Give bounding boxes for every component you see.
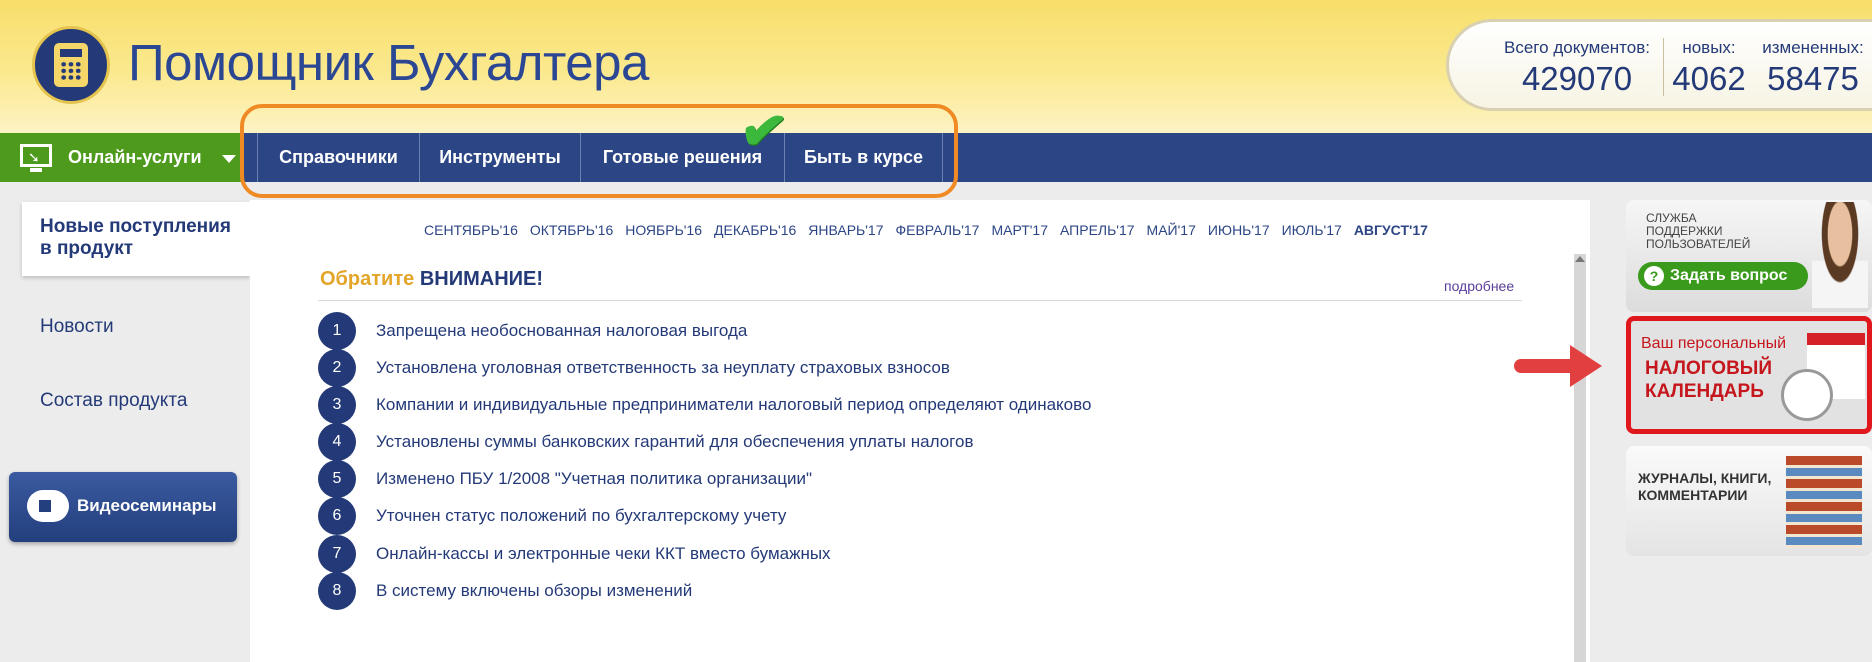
chevron-down-icon [222,155,236,163]
red-arrow-icon [1514,345,1602,387]
scroll-up-icon[interactable] [1575,256,1585,262]
month-link[interactable]: ЯНВАРЬ'17 [808,222,883,238]
month-link[interactable]: ФЕВРАЛЬ'17 [895,222,979,238]
video-seminars-button[interactable]: Видеосеминары [9,472,237,542]
item-link[interactable]: Изменено ПБУ 1/2008 "Учетная политика ор… [376,469,812,489]
stat-total-value: 429070 [1521,60,1633,97]
support-banner[interactable]: СЛУЖБА ПОДДЕРЖКИ ПОЛЬЗОВАТЕЛЕЙ ? Задать … [1626,200,1872,312]
list-item[interactable]: 8 В систему включены обзоры изменений [318,572,692,610]
item-number-badge: 5 [318,460,356,498]
list-item[interactable]: 4 Установлены суммы банковских гарантий … [318,423,973,461]
video-seminars-label: Видеосеминары [77,496,217,515]
main-content: СЕНТЯБРЬ'16 ОКТЯБРЬ'16 НОЯБРЬ'16 ДЕКАБРЬ… [250,200,1590,662]
item-link[interactable]: Компании и индивидуальные предпринимател… [376,395,1091,415]
online-services-menu[interactable]: ➘ Онлайн-услуги [0,133,244,182]
list-item[interactable]: 5 Изменено ПБУ 1/2008 "Учетная политика … [318,460,812,498]
list-item[interactable]: 2 Установлена уголовная ответственность … [318,349,950,387]
calculator-logo-icon[interactable] [32,26,110,104]
calendar-line1: Ваш персональный [1641,335,1787,352]
clock-icon [1781,369,1833,421]
attention-word: ВНИМАНИЕ! [419,268,544,290]
item-link[interactable]: Онлайн-кассы и электронные чеки ККТ вмес… [376,544,831,564]
month-link[interactable]: МАЙ'17 [1147,222,1196,238]
item-link[interactable]: В систему включены обзоры изменений [376,581,692,601]
month-link[interactable]: ИЮЛЬ'17 [1282,222,1342,238]
sidebar-item-new-arrivals[interactable]: Новые поступления в продукт [22,202,250,276]
tax-calendar-banner[interactable]: Ваш персональный НАЛОГОВЫЙ КАЛЕНДАРЬ [1626,316,1872,434]
stat-modified: измененных: 58475 [1753,38,1872,98]
stat-new-label: новых: [1682,38,1736,57]
sidebar-item-product-contents[interactable]: Состав продукта [40,390,187,412]
ask-question-button[interactable]: ? Задать вопрос [1638,262,1808,290]
item-number-badge: 6 [318,497,356,535]
stats-divider [1663,38,1664,96]
journals-label: ЖУРНАЛЫ, КНИГИ, КОММЕНТАРИИ [1638,470,1772,503]
online-services-label: Онлайн-услуги [68,147,202,167]
stat-total-label: Всего документов: [1504,38,1650,57]
stat-new: новых: 4062 [1669,38,1749,98]
month-link[interactable]: НОЯБРЬ'16 [625,222,702,238]
stat-modified-value[interactable]: 58475 [1753,60,1872,98]
highlight-box [240,104,958,198]
list-item[interactable]: 7 Онлайн-кассы и электронные чеки ККТ вм… [318,535,831,573]
month-link-current[interactable]: АВГУСТ'17 [1354,222,1428,238]
item-link[interactable]: Уточнен статус положений по бухгалтерско… [376,506,786,526]
month-link[interactable]: МАРТ'17 [991,222,1048,238]
item-number-badge: 8 [318,572,356,610]
month-link[interactable]: АПРЕЛЬ'17 [1060,222,1135,238]
month-link[interactable]: СЕНТЯБРЬ'16 [424,222,518,238]
attention-prefix: Обратите [320,268,415,290]
item-number-badge: 4 [318,423,356,461]
more-link[interactable]: подробнее [1444,278,1514,294]
item-number-badge: 7 [318,535,356,573]
month-link[interactable]: ОКТЯБРЬ'16 [530,222,613,238]
question-icon: ? [1644,266,1664,286]
item-link[interactable]: Установлены суммы банковских гарантий дл… [376,432,973,452]
list-item[interactable]: 3 Компании и индивидуальные предпринимат… [318,386,1091,424]
journals-banner[interactable]: ЖУРНАЛЫ, КНИГИ, КОММЕНТАРИИ [1626,446,1872,556]
month-link[interactable]: ИЮНЬ'17 [1208,222,1270,238]
support-service-label: СЛУЖБА ПОДДЕРЖКИ ПОЛЬЗОВАТЕЛЕЙ [1646,211,1751,251]
scrollbar[interactable] [1574,254,1586,662]
sidebar-item-news[interactable]: Новости [40,316,114,338]
checkmark-icon: ✔ [735,96,792,165]
stat-modified-label: измененных: [1762,38,1864,57]
attention-heading: Обратите ВНИМАНИЕ! [320,268,543,291]
stat-new-value[interactable]: 4062 [1669,60,1749,98]
month-filter: СЕНТЯБРЬ'16 ОКТЯБРЬ'16 НОЯБРЬ'16 ДЕКАБРЬ… [424,222,1428,238]
item-number-badge: 3 [318,386,356,424]
books-stack-icon [1786,456,1862,548]
support-operator-image [1812,202,1868,308]
list-item[interactable]: 1 Запрещена необоснованная налоговая выг… [318,312,747,350]
stat-total: Всего документов: 429070 [1493,38,1661,98]
item-link[interactable]: Установлена уголовная ответственность за… [376,358,950,378]
item-link[interactable]: Запрещена необоснованная налоговая выгод… [376,321,747,341]
item-number-badge: 2 [318,349,356,387]
list-item[interactable]: 6 Уточнен статус положений по бухгалтерс… [318,497,786,535]
month-link[interactable]: ДЕКАБРЬ'16 [714,222,796,238]
calendar-line2: НАЛОГОВЫЙ КАЛЕНДАРЬ [1645,358,1773,402]
brand-title[interactable]: Помощник Бухгалтера [128,33,649,92]
heading-divider [318,300,1522,301]
monitor-icon: ➘ [20,144,52,172]
item-number-badge: 1 [318,312,356,350]
sidebar-item-label: Новые поступления в продукт [40,216,231,259]
video-camera-icon [27,490,69,522]
ask-question-label: Задать вопрос [1670,267,1788,284]
document-stats: Всего документов: 429070 новых: 4062 изм… [1446,19,1872,111]
